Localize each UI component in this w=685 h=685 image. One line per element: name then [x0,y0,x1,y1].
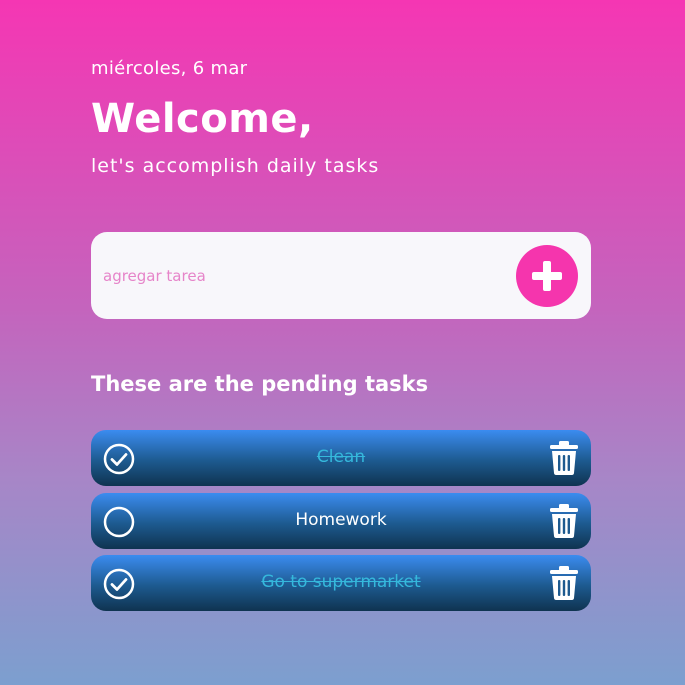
pending-tasks-title: These are the pending tasks [91,372,429,396]
trash-icon[interactable] [549,440,579,476]
trash-icon[interactable] [549,503,579,539]
check-circle-icon[interactable] [103,568,135,600]
task-item: Go to supermarket [91,555,591,611]
page-subtitle: let's accomplish daily tasks [91,155,380,177]
task-item: Homework [91,493,591,549]
plus-icon [532,261,562,291]
new-task-card [91,232,591,319]
date-label: miércoles, 6 mar [91,58,248,79]
trash-icon[interactable] [549,565,579,601]
task-label: Go to supermarket [261,572,421,592]
task-item: Clean [91,430,591,486]
add-task-button[interactable] [516,245,578,307]
empty-circle-icon[interactable] [103,506,135,538]
page-title: Welcome, [91,96,314,142]
task-label: Homework [295,510,387,530]
new-task-input[interactable] [103,262,483,290]
task-label: Clean [316,447,366,467]
check-circle-icon[interactable] [103,443,135,475]
